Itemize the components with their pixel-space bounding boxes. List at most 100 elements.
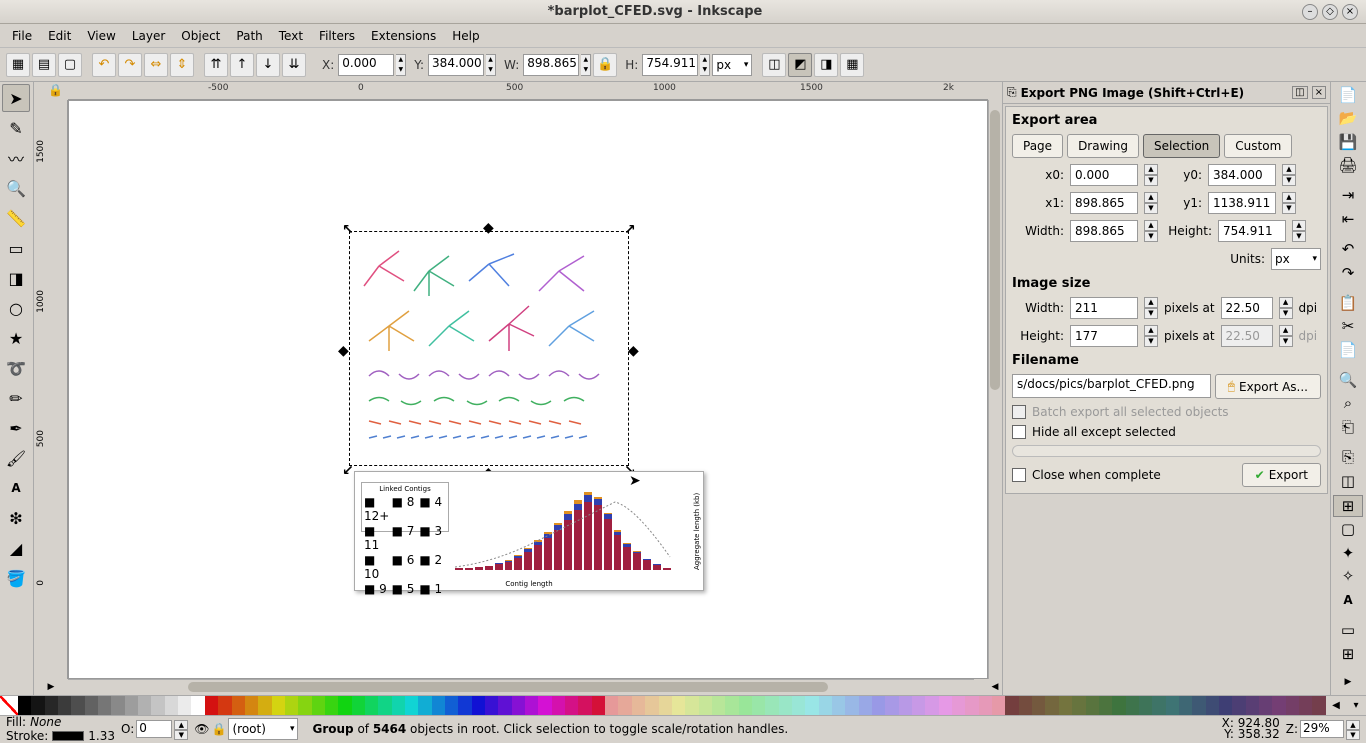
menu-edit[interactable]: Edit: [42, 27, 77, 45]
y0-input[interactable]: 384.000: [1208, 164, 1276, 186]
dpi-w-spinner[interactable]: ▲▼: [1279, 297, 1293, 319]
palette-swatch[interactable]: [1059, 696, 1072, 715]
w-spinner[interactable]: ▲▼: [581, 54, 591, 76]
canvas[interactable]: ↖ ◆ ↗ ◆ ◆ ↙ ◆ ↘: [68, 100, 988, 679]
x1-spinner[interactable]: ▲▼: [1144, 192, 1158, 214]
hide-others-checkbox[interactable]: [1012, 425, 1026, 439]
layer-select[interactable]: (root): [228, 718, 298, 740]
palette-swatch[interactable]: [899, 696, 912, 715]
palette-swatch[interactable]: [1166, 696, 1179, 715]
menu-text[interactable]: Text: [273, 27, 309, 45]
img-height-input[interactable]: 177: [1070, 325, 1138, 347]
palette-swatch[interactable]: [405, 696, 418, 715]
raise-button[interactable]: ↑: [230, 53, 254, 77]
palette-swatch[interactable]: [552, 696, 565, 715]
deselect-button[interactable]: ▢: [58, 53, 82, 77]
palette-swatch[interactable]: [925, 696, 938, 715]
palette-swatch[interactable]: [1019, 696, 1032, 715]
units-select[interactable]: px: [712, 54, 752, 76]
palette-swatch[interactable]: [71, 696, 84, 715]
palette-swatch[interactable]: [378, 696, 391, 715]
palette-swatch[interactable]: [365, 696, 378, 715]
palette-swatch[interactable]: [338, 696, 351, 715]
palette-swatch[interactable]: [1086, 696, 1099, 715]
scrollbar-horizontal[interactable]: [68, 679, 974, 695]
export-area-page-button[interactable]: Page: [1012, 134, 1063, 158]
layer-visibility-icon[interactable]: 👁: [194, 722, 209, 736]
palette-swatch[interactable]: [31, 696, 44, 715]
scroll-right-end-icon[interactable]: ▶: [1333, 671, 1363, 692]
palette-swatch[interactable]: [992, 696, 1005, 715]
save-icon[interactable]: 💾: [1333, 131, 1363, 152]
y0-spinner[interactable]: ▲▼: [1282, 164, 1296, 186]
palette-swatch[interactable]: [965, 696, 978, 715]
w-input[interactable]: 898.865: [523, 54, 579, 76]
bezier-tool[interactable]: ✒: [2, 414, 30, 442]
rotate-cw-button[interactable]: ↷: [118, 53, 142, 77]
text-tool[interactable]: A: [2, 474, 30, 502]
guides-lock-icon[interactable]: 🔒: [48, 83, 63, 97]
lower-button[interactable]: ↓: [256, 53, 280, 77]
palette-swatch[interactable]: [859, 696, 872, 715]
palette-swatch[interactable]: [98, 696, 111, 715]
palette-swatch[interactable]: [1126, 696, 1139, 715]
palette-swatch[interactable]: [1032, 696, 1045, 715]
copy-icon[interactable]: 📋: [1333, 292, 1363, 313]
menu-extensions[interactable]: Extensions: [365, 27, 442, 45]
palette-swatch[interactable]: [1072, 696, 1085, 715]
palette-swatch[interactable]: [111, 696, 124, 715]
palette-swatch[interactable]: [472, 696, 485, 715]
spray-tool[interactable]: ❇: [2, 504, 30, 532]
export-area-selection-button[interactable]: Selection: [1143, 134, 1220, 158]
dpi-w-input[interactable]: 22.50: [1221, 297, 1273, 319]
palette-swatch[interactable]: [979, 696, 992, 715]
palette-swatch[interactable]: [752, 696, 765, 715]
palette-swatch[interactable]: [191, 696, 204, 715]
export-button[interactable]: ✔Export: [1242, 463, 1321, 487]
palette-swatch[interactable]: [779, 696, 792, 715]
palette-swatch[interactable]: [1099, 696, 1112, 715]
h-spinner[interactable]: ▲▼: [700, 54, 710, 76]
palette-swatch[interactable]: [1259, 696, 1272, 715]
duplicate-icon[interactable]: ⎘: [1333, 446, 1363, 467]
palette-swatch[interactable]: [1232, 696, 1245, 715]
new-doc-icon[interactable]: 📄: [1333, 84, 1363, 105]
select-all-button[interactable]: ▦: [6, 53, 30, 77]
transform-pattern-button[interactable]: ▦: [840, 53, 864, 77]
area-width-spinner[interactable]: ▲▼: [1144, 220, 1158, 242]
menu-object[interactable]: Object: [175, 27, 226, 45]
snap-grid-icon[interactable]: ⊞: [1333, 643, 1363, 664]
close-complete-checkbox[interactable]: [1012, 468, 1026, 482]
palette-swatch[interactable]: [205, 696, 218, 715]
palette-swatch[interactable]: [845, 696, 858, 715]
palette-swatch[interactable]: [1286, 696, 1299, 715]
x1-input[interactable]: 898.865: [1070, 192, 1138, 214]
no-paint-swatch[interactable]: [0, 696, 18, 715]
palette-swatch[interactable]: [685, 696, 698, 715]
palette-swatch[interactable]: [1139, 696, 1152, 715]
palette-swatch[interactable]: [245, 696, 258, 715]
palette-swatch[interactable]: [458, 696, 471, 715]
palette-scroll-left[interactable]: ◀: [1326, 696, 1346, 715]
lock-aspect-button[interactable]: 🔒: [593, 53, 617, 77]
palette-swatch[interactable]: [18, 696, 31, 715]
palette-swatch[interactable]: [1272, 696, 1285, 715]
menu-help[interactable]: Help: [446, 27, 485, 45]
export-as-button[interactable]: 🖱Export As...: [1215, 374, 1321, 399]
palette-swatch[interactable]: [618, 696, 631, 715]
palette-swatch[interactable]: [699, 696, 712, 715]
stroke-swatch[interactable]: [52, 731, 84, 741]
palette-swatch[interactable]: [739, 696, 752, 715]
measure-tool[interactable]: 📏: [2, 204, 30, 232]
palette-swatch[interactable]: [659, 696, 672, 715]
filename-input[interactable]: s/docs/pics/barplot_CFED.png: [1012, 374, 1211, 398]
close-button[interactable]: ×: [1342, 4, 1358, 20]
palette-swatch[interactable]: [58, 696, 71, 715]
pencil-tool[interactable]: ✏: [2, 384, 30, 412]
rect-tool[interactable]: ▭: [2, 234, 30, 262]
palette-swatch[interactable]: [1219, 696, 1232, 715]
palette-swatch[interactable]: [1299, 696, 1312, 715]
palette-swatch[interactable]: [165, 696, 178, 715]
palette-swatch[interactable]: [512, 696, 525, 715]
tweak-tool[interactable]: 〰: [2, 144, 30, 172]
